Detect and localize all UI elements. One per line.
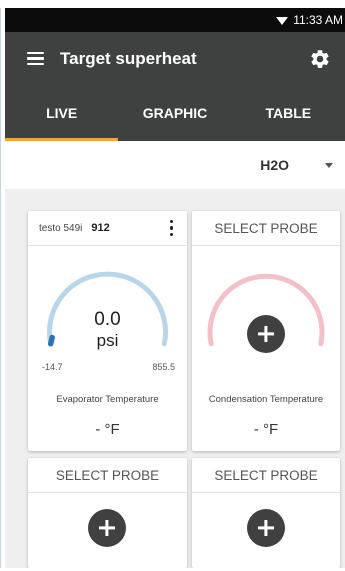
tab-bar: LIVE GRAPHIC TABLE (5, 85, 345, 141)
gauge-value: 0.0 (94, 309, 121, 330)
left-edge-line (0, 8, 1, 568)
tab-table[interactable]: TABLE (232, 85, 345, 141)
app-screen: 11:33 AM Target superheat LIVE GRAPHIC T… (5, 8, 345, 568)
wifi-icon (276, 17, 289, 25)
chevron-down-icon (325, 162, 333, 168)
temperature-reading: - °F (253, 421, 279, 438)
status-bar: 11:33 AM (5, 8, 345, 32)
probe-header: testo 549i 912 (28, 211, 187, 246)
refrigerant-value: H2O (260, 157, 289, 173)
gauge-unit: psi (96, 331, 119, 350)
add-probe-button[interactable] (247, 315, 285, 353)
condensation-card: SELECT PROBE Condensation Temperature - … (192, 211, 340, 451)
more-options-icon[interactable] (166, 216, 178, 241)
gauge-min: -14.7 (42, 362, 63, 372)
select-probe-header[interactable]: SELECT PROBE (28, 458, 187, 493)
add-probe-button[interactable] (247, 509, 285, 547)
temperature-reading: - °F (95, 421, 120, 438)
tab-graphic[interactable]: GRAPHIC (118, 85, 231, 141)
evaporator-card: testo 549i 912 0.0 psi -14.7 855.5 Evapo… (28, 211, 187, 451)
app-bar: Target superheat (5, 32, 345, 85)
select-probe-header[interactable]: SELECT PROBE (192, 211, 340, 246)
select-probe-header[interactable]: SELECT PROBE (192, 458, 340, 493)
medium-bar: H2O (5, 141, 345, 189)
probe-name: testo 549i (39, 222, 83, 234)
probe-slot-4: SELECT PROBE (192, 458, 340, 568)
refrigerant-dropdown[interactable]: H2O (260, 157, 333, 173)
menu-icon[interactable] (27, 52, 44, 65)
gear-icon[interactable] (309, 48, 331, 70)
card-label: Evaporator Temperature (56, 394, 159, 405)
tab-live[interactable]: LIVE (5, 85, 119, 141)
probe-slot-3: SELECT PROBE (28, 458, 187, 568)
status-time: 11:33 AM (293, 13, 343, 27)
probe-serial: 912 (91, 222, 110, 234)
card-label: Condensation Temperature (208, 394, 324, 405)
page-title: Target superheat (60, 48, 197, 68)
gauge-max: 855.5 (152, 362, 175, 372)
add-probe-button[interactable] (88, 509, 126, 547)
